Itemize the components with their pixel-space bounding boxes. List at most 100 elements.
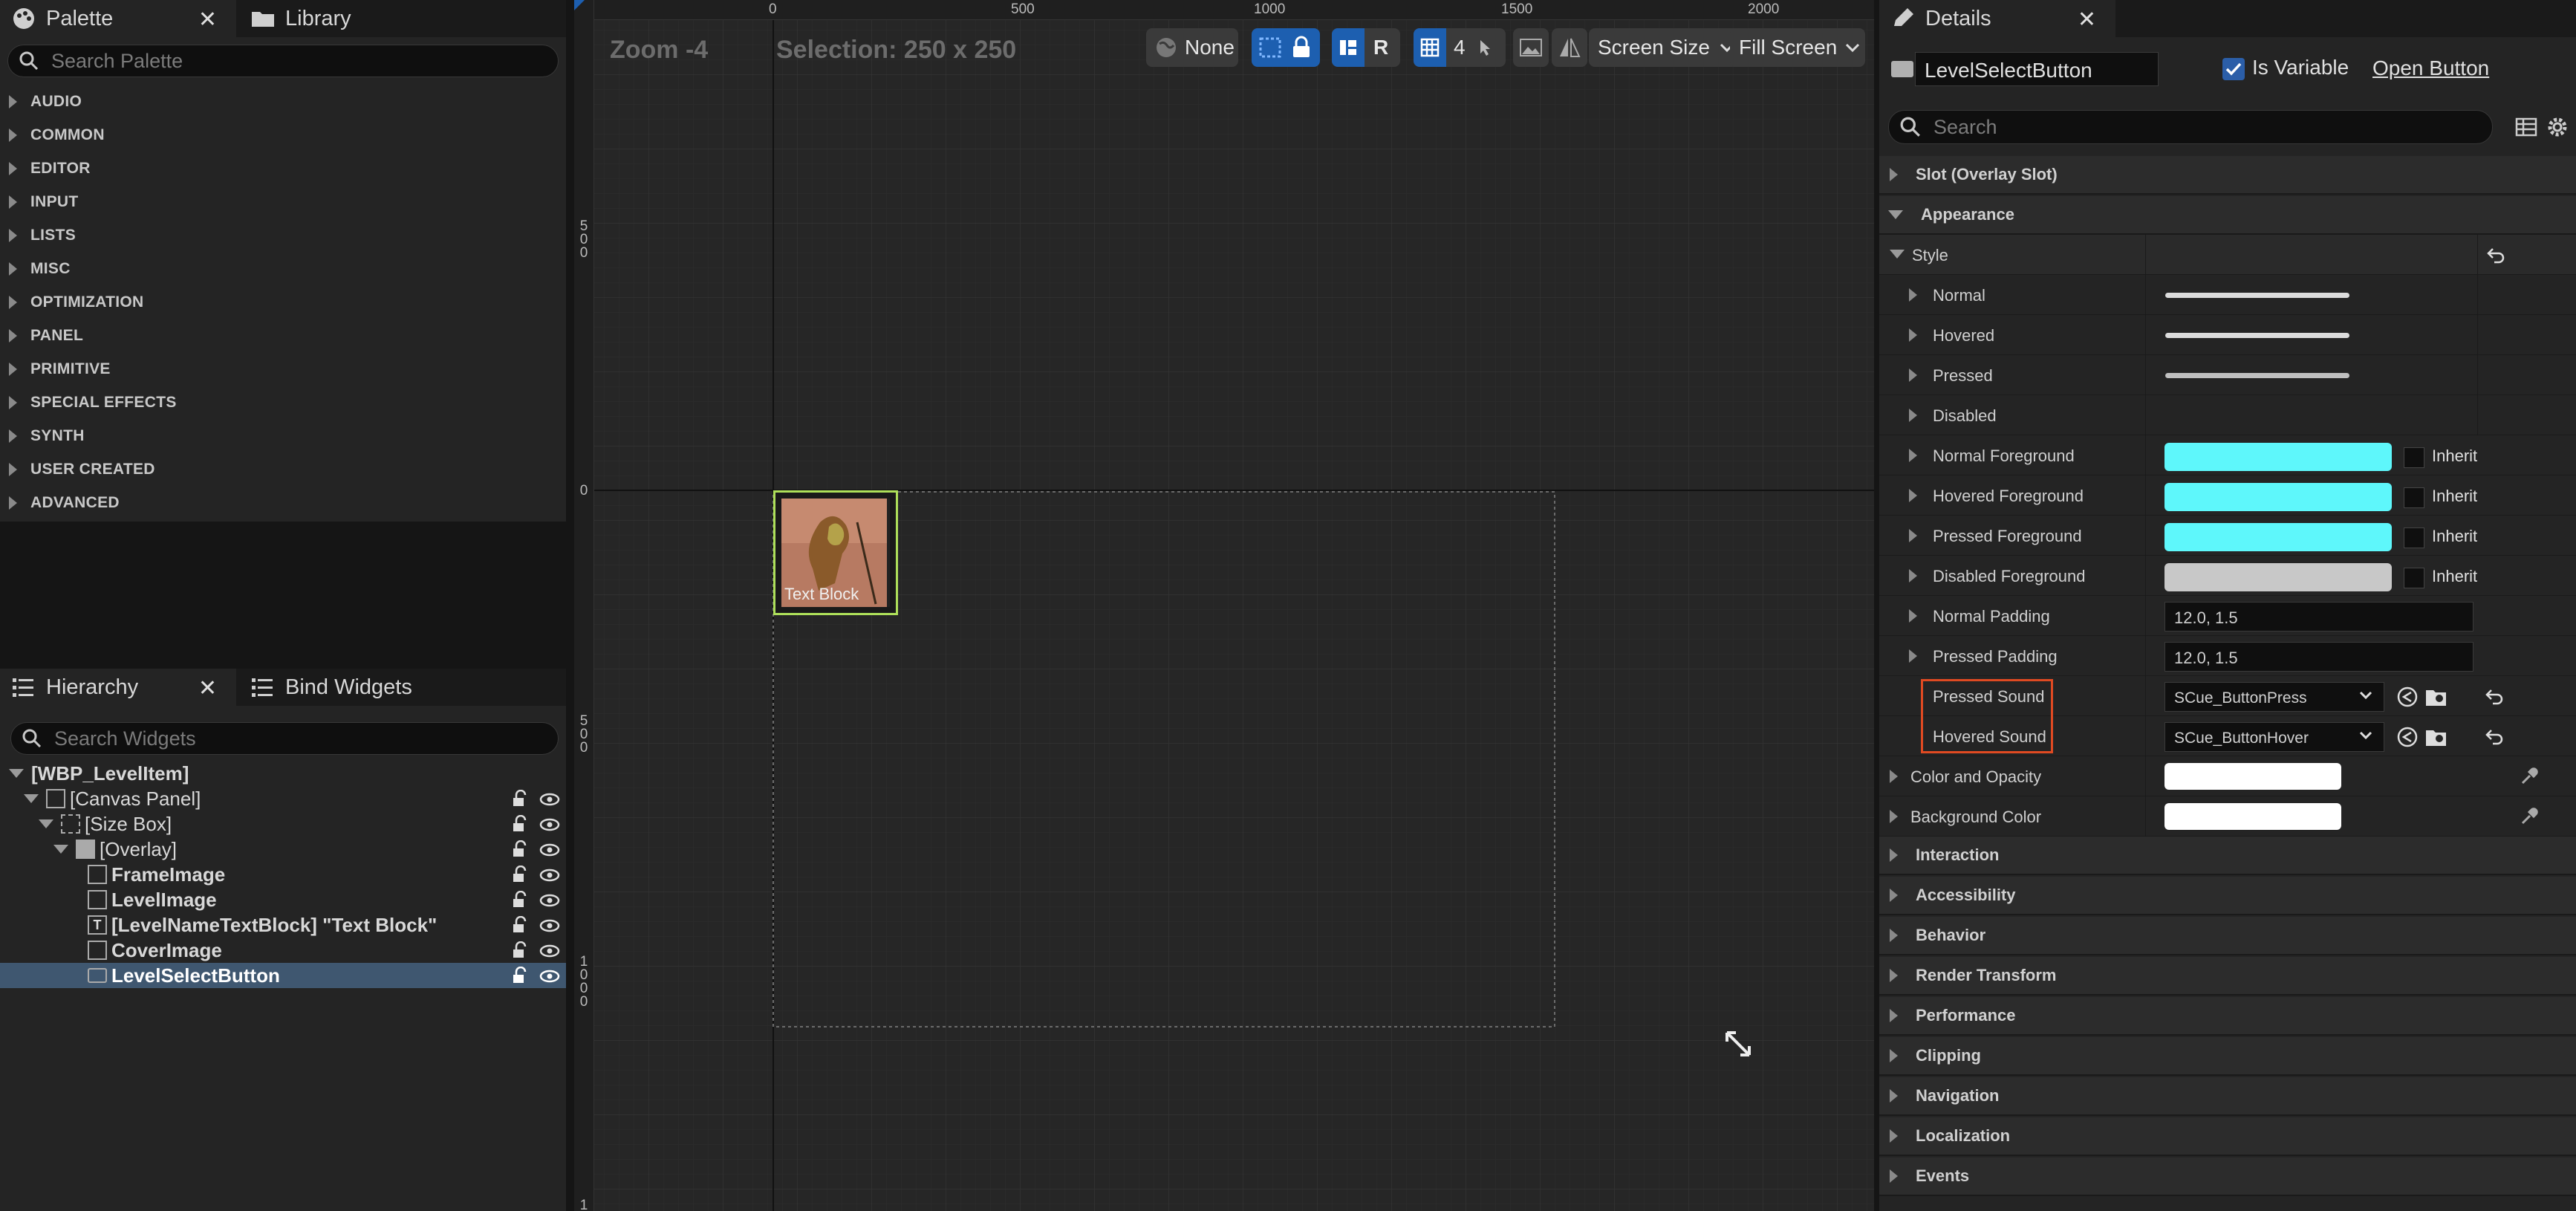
pressed-padding-row[interactable]: Pressed Padding 12.0, 1.5 — [1879, 636, 2576, 676]
is-variable-checkbox[interactable] — [2222, 58, 2245, 80]
pressed-padding-field[interactable]: 12.0, 1.5 — [2164, 642, 2473, 672]
expand-arrow-icon[interactable] — [1909, 409, 1917, 422]
details-search-input[interactable] — [1932, 114, 2492, 140]
tree-item-level-select-button[interactable]: LevelSelectButton — [0, 963, 566, 988]
open-button-link[interactable]: Open Button — [2372, 56, 2489, 80]
expand-arrow-icon[interactable] — [1909, 609, 1917, 623]
eye-icon[interactable] — [539, 840, 560, 860]
palette-search[interactable] — [7, 45, 559, 77]
respect-locks-group[interactable]: R — [1332, 28, 1400, 67]
pressed-sound-dropdown[interactable]: SCue_ButtonPress — [2164, 682, 2384, 712]
reset-arrow-icon[interactable] — [2484, 686, 2505, 706]
palette-category[interactable]: SPECIAL EFFECTS — [0, 386, 566, 419]
section-render-transform[interactable]: Render Transform — [1879, 957, 2576, 996]
section-accessibility[interactable]: Accessibility — [1879, 877, 2576, 915]
expand-arrow-icon[interactable] — [1909, 569, 1917, 582]
use-selected-asset-icon[interactable] — [2396, 686, 2419, 708]
respect-locks-label[interactable]: R — [1373, 36, 1388, 59]
layout-toggle[interactable] — [1332, 28, 1365, 67]
section-slot[interactable]: Slot (Overlay Slot) — [1879, 156, 2576, 195]
reset-arrow-icon[interactable] — [2485, 245, 2506, 264]
palette-category[interactable]: PRIMITIVE — [0, 352, 566, 386]
expand-arrow-icon[interactable] — [1909, 369, 1917, 382]
snap-toggle-group[interactable] — [1252, 28, 1320, 67]
palette-category[interactable]: OPTIMIZATION — [0, 285, 566, 319]
tree-item-level-image[interactable]: LevelImage — [0, 887, 566, 912]
palette-category[interactable]: COMMON — [0, 118, 566, 152]
fill-screen-dropdown[interactable]: Fill Screen — [1730, 28, 1865, 67]
style-row[interactable]: Style — [1879, 235, 2576, 275]
expand-arrow-icon[interactable] — [1909, 288, 1917, 302]
grid-toggle[interactable] — [1414, 28, 1446, 67]
expand-arrow-icon[interactable] — [24, 794, 39, 803]
grid-snap-group[interactable]: 4 — [1414, 28, 1506, 67]
tree-item-canvas-panel[interactable]: [Canvas Panel] — [0, 786, 566, 811]
tab-details[interactable]: Details ✕ — [1879, 0, 2115, 37]
reset-arrow-icon[interactable] — [2484, 727, 2505, 746]
lock-icon[interactable] — [1290, 36, 1313, 59]
background-toggle[interactable] — [1513, 28, 1549, 67]
expand-arrow-icon[interactable] — [53, 845, 68, 854]
section-clipping[interactable]: Clipping — [1879, 1037, 2576, 1076]
cursor-icon[interactable] — [1473, 36, 1495, 59]
tree-item-level-name-text[interactable]: T [LevelNameTextBlock] "Text Block" — [0, 912, 566, 938]
section-behavior[interactable]: Behavior — [1879, 917, 2576, 955]
pressed-foreground-row[interactable]: Pressed Foreground Inherit — [1879, 516, 2576, 556]
browse-asset-icon[interactable] — [2424, 726, 2450, 748]
tab-bind-widgets[interactable]: Bind Widgets — [239, 669, 484, 706]
tab-library[interactable]: Library — [239, 0, 462, 37]
eye-icon[interactable] — [539, 790, 560, 809]
palette-category[interactable]: LISTS — [0, 218, 566, 252]
resize-handle-icon[interactable] — [1723, 1028, 1754, 1059]
inherit-checkbox[interactable] — [2404, 487, 2424, 508]
inherit-checkbox[interactable] — [2404, 527, 2424, 548]
lock-icon[interactable] — [511, 866, 530, 885]
eye-icon[interactable] — [539, 815, 560, 834]
background-color-swatch[interactable] — [2164, 803, 2341, 830]
flip-toggle[interactable] — [1552, 28, 1587, 67]
designer-viewport[interactable]: 0 500 1000 1500 2000 5 0 0 0 5 0 0 1 0 0… — [574, 0, 1874, 1211]
level-select-button-preview[interactable]: Text Block — [773, 490, 898, 615]
eyedropper-icon[interactable] — [2518, 765, 2540, 788]
eye-icon[interactable] — [539, 916, 560, 935]
tree-item-overlay[interactable]: [Overlay] — [0, 837, 566, 862]
marquee-icon[interactable] — [1258, 34, 1284, 61]
close-icon[interactable]: ✕ — [198, 7, 217, 33]
eye-icon[interactable] — [539, 891, 560, 910]
palette-category[interactable]: EDITOR — [0, 152, 566, 185]
tab-hierarchy[interactable]: Hierarchy ✕ — [0, 669, 236, 706]
hierarchy-search-input[interactable] — [53, 726, 558, 751]
palette-category[interactable]: INPUT — [0, 185, 566, 218]
expand-arrow-icon[interactable] — [1909, 449, 1917, 462]
section-interaction[interactable]: Interaction — [1879, 837, 2576, 875]
lock-icon[interactable] — [511, 840, 530, 860]
section-localization[interactable]: Localization — [1879, 1117, 2576, 1156]
expand-arrow-icon[interactable] — [9, 769, 24, 778]
palette-category[interactable]: MISC — [0, 252, 566, 285]
disabled-row[interactable]: Disabled — [1879, 395, 2576, 435]
tree-item-cover-image[interactable]: CoverImage — [0, 938, 566, 963]
palette-category[interactable]: ADVANCED — [0, 486, 566, 519]
details-search[interactable] — [1888, 110, 2493, 144]
normal-padding-field[interactable]: 12.0, 1.5 — [2164, 602, 2473, 632]
lock-icon[interactable] — [511, 790, 530, 809]
tree-item-frame-image[interactable]: FrameImage — [0, 862, 566, 887]
hovered-foreground-row[interactable]: Hovered Foreground Inherit — [1879, 475, 2576, 516]
normal-row[interactable]: Normal — [1879, 275, 2576, 315]
lock-icon[interactable] — [511, 891, 530, 910]
section-navigation[interactable]: Navigation — [1879, 1077, 2576, 1116]
section-appearance[interactable]: Appearance — [1879, 196, 2576, 235]
disabled-foreground-swatch[interactable] — [2164, 563, 2392, 591]
expand-arrow-icon[interactable] — [1909, 489, 1917, 502]
grid-size-label[interactable]: 4 — [1454, 36, 1466, 59]
palette-category[interactable]: USER CREATED — [0, 452, 566, 486]
inherit-checkbox[interactable] — [2404, 568, 2424, 588]
browse-asset-icon[interactable] — [2424, 686, 2450, 708]
palette-search-input[interactable] — [50, 48, 558, 74]
lock-icon[interactable] — [511, 815, 530, 834]
gear-icon[interactable] — [2545, 114, 2570, 140]
section-performance[interactable]: Performance — [1879, 997, 2576, 1036]
widget-name-field[interactable]: LevelSelectButton — [1915, 52, 2159, 86]
tree-item-root[interactable]: [WBP_LevelItem] — [0, 761, 566, 786]
inherit-checkbox[interactable] — [2404, 447, 2424, 468]
